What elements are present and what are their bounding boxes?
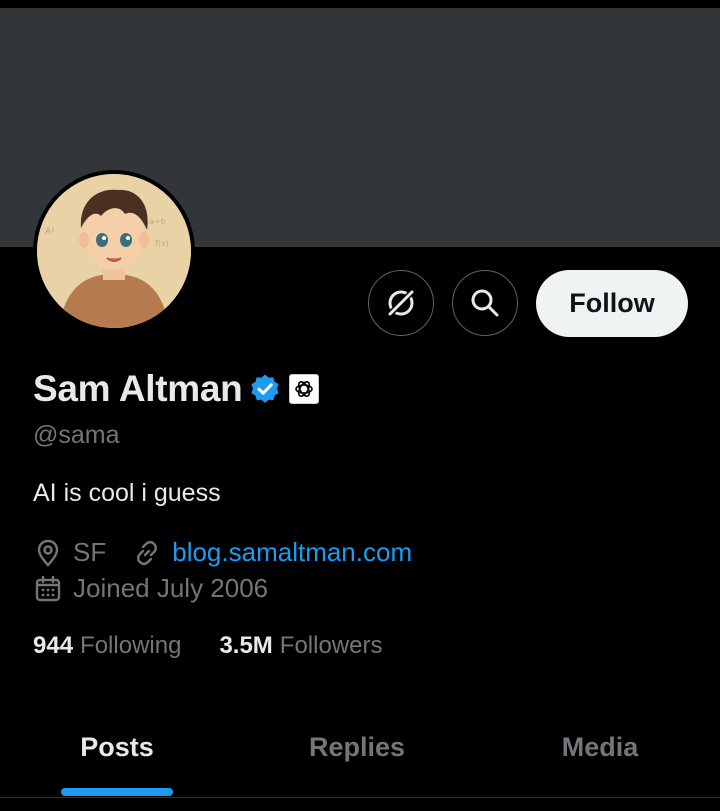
avatar-image: A! a+b f(x) bbox=[37, 174, 191, 328]
profile-tabs: Posts Replies Media bbox=[0, 700, 720, 798]
avatar[interactable]: A! a+b f(x) bbox=[33, 170, 195, 332]
tab-posts[interactable]: Posts bbox=[80, 732, 154, 763]
joined-date: Joined July 2006 bbox=[73, 573, 269, 603]
followers-label: Followers bbox=[279, 632, 383, 659]
tab-replies[interactable]: Replies bbox=[309, 732, 405, 763]
user-handle: @sama bbox=[33, 421, 120, 449]
website-link[interactable]: blog.samaltman.com bbox=[172, 537, 412, 568]
openai-affiliate-icon bbox=[295, 380, 314, 398]
follow-button[interactable]: Follow bbox=[536, 270, 688, 337]
search-button[interactable] bbox=[452, 270, 518, 336]
svg-text:f(x): f(x) bbox=[155, 239, 169, 248]
followers-stat[interactable]: 3.5M Followers bbox=[219, 632, 382, 660]
location-text: SF bbox=[73, 537, 107, 567]
link-icon bbox=[137, 540, 158, 565]
profile-page: A! a+b f(x) Follow Sam Altman @sama AI i… bbox=[0, 0, 720, 811]
profile-meta-joined: Joined July 2006 bbox=[33, 573, 268, 604]
location-pin-icon bbox=[37, 539, 59, 567]
display-name: Sam Altman bbox=[33, 368, 243, 409]
calendar-icon bbox=[35, 575, 61, 601]
profile-meta-location-link: SF blog.samaltman.com bbox=[33, 537, 412, 568]
following-stat[interactable]: 944 Following bbox=[33, 632, 181, 660]
svg-text:A!: A! bbox=[45, 227, 55, 237]
followers-count: 3.5M bbox=[219, 632, 273, 659]
follow-stats: 944 Following 3.5M Followers bbox=[33, 632, 421, 660]
tabs-divider bbox=[0, 797, 720, 798]
tab-media[interactable]: Media bbox=[562, 732, 639, 763]
verified-badge-icon[interactable] bbox=[249, 373, 281, 405]
svg-text:a+b: a+b bbox=[149, 217, 166, 226]
following-label: Following bbox=[80, 632, 182, 659]
bio-text: AI is cool i guess bbox=[33, 479, 221, 507]
active-tab-indicator bbox=[61, 788, 173, 796]
grok-icon bbox=[388, 290, 414, 316]
grok-button[interactable] bbox=[368, 270, 434, 336]
following-count: 944 bbox=[33, 632, 74, 659]
affiliate-badge[interactable] bbox=[289, 374, 320, 404]
status-strip bbox=[0, 0, 720, 8]
name-row: Sam Altman bbox=[33, 366, 320, 412]
search-icon bbox=[471, 289, 499, 317]
